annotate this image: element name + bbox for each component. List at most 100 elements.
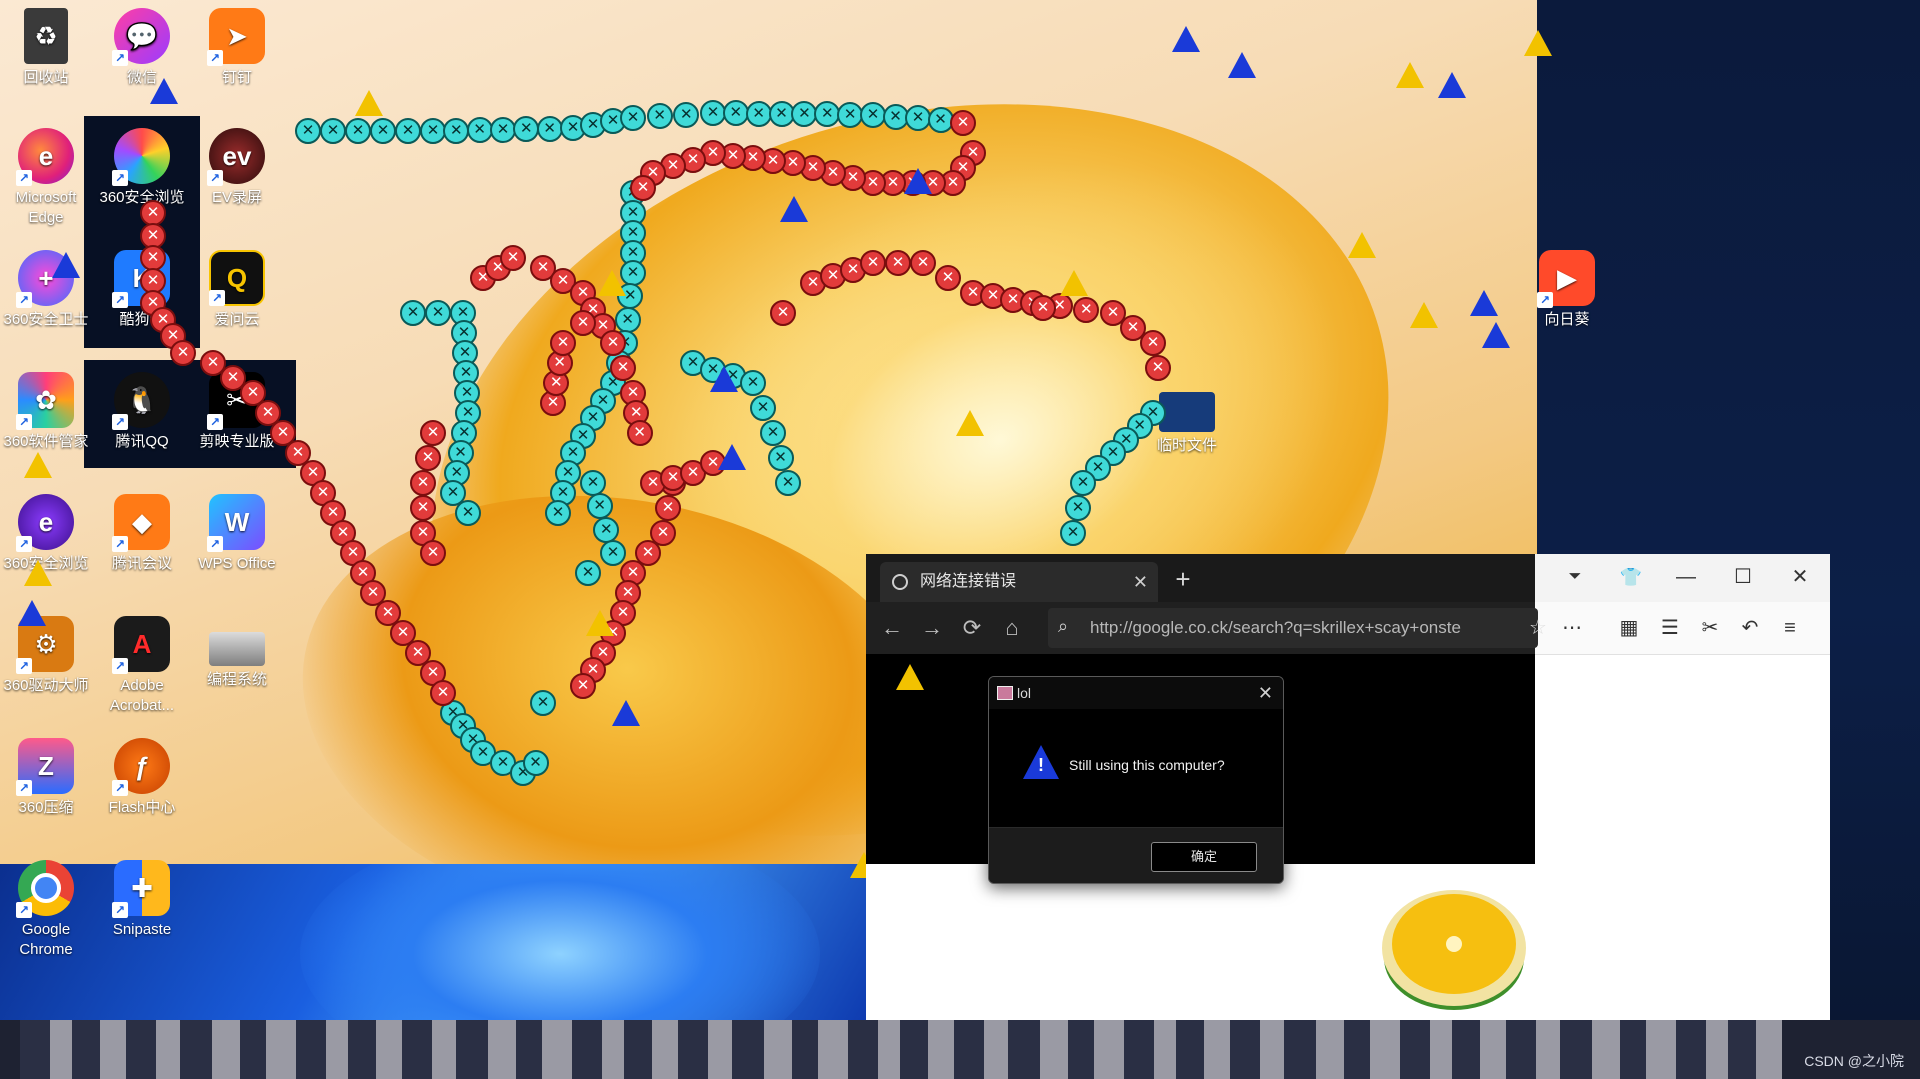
taskbar-app-icon[interactable] (126, 1020, 156, 1079)
desktop-icon-qq[interactable]: 🐧 ↗ 腾讯QQ (98, 372, 186, 452)
taskbar-app-icon[interactable] (1204, 1020, 1230, 1079)
taskbar-app-icon[interactable] (792, 1020, 818, 1079)
maximize-button[interactable]: ☐ (1723, 560, 1763, 594)
close-window-button[interactable]: ✕ (1780, 560, 1820, 594)
favorites-list-icon[interactable]: ☰ (1654, 612, 1686, 644)
minimize-button[interactable]: — (1666, 560, 1706, 594)
address-bar[interactable]: ⌕ http://google.co.ck/search?q=skrillex+… (1048, 608, 1538, 648)
undo-icon[interactable]: ↶ (1734, 612, 1766, 644)
taskbar-app-icon[interactable] (1230, 1020, 1260, 1079)
taskbar-app-icon[interactable] (1536, 1020, 1560, 1079)
favorite-star-icon[interactable]: ☆ (1522, 612, 1554, 644)
taskbar-app-icon[interactable] (624, 1020, 652, 1079)
taskbar-app-icon[interactable] (1094, 1020, 1124, 1079)
taskbar-app-icon[interactable] (1620, 1020, 1646, 1079)
taskbar-app-icon[interactable] (1316, 1020, 1344, 1079)
scissors-icon[interactable]: ✂ (1694, 612, 1726, 644)
taskbar-app-icon[interactable] (50, 1020, 72, 1079)
taskbar-app-icon[interactable] (20, 1020, 50, 1079)
taskbar-app-icon[interactable] (266, 1020, 296, 1079)
taskbar-app-icon[interactable] (818, 1020, 848, 1079)
taskbar-app-icon[interactable] (1480, 1020, 1506, 1079)
taskbar-app-icon[interactable] (848, 1020, 878, 1079)
desktop-icon-aiwenyun[interactable]: Q ↗ 爱问云 (193, 250, 281, 330)
taskbar-app-icon[interactable] (1400, 1020, 1430, 1079)
taskbar-app-icon[interactable] (1260, 1020, 1284, 1079)
taskbar-app-icon[interactable] (1430, 1020, 1452, 1079)
menu-icon[interactable]: ≡ (1774, 612, 1806, 644)
taskbar-app-icon[interactable] (296, 1020, 326, 1079)
taskbar-app-icon[interactable] (1344, 1020, 1370, 1079)
desktop-icon-tencent-meeting[interactable]: ◆ ↗ 腾讯会议 (98, 494, 186, 574)
taskbar-app-icon[interactable] (1506, 1020, 1536, 1079)
taskbar-app-icon[interactable] (488, 1020, 516, 1079)
desktop-icon-wps[interactable]: W ↗ WPS Office (193, 494, 281, 574)
desktop-icon-recycle-bin[interactable]: ♻ 回收站 (2, 8, 90, 88)
taskbar-app-icon[interactable] (156, 1020, 180, 1079)
taskbar-app-icon[interactable] (1706, 1020, 1728, 1079)
taskbar-app-icon[interactable] (1676, 1020, 1706, 1079)
taskbar-app-icon[interactable] (1370, 1020, 1400, 1079)
desktop-icon-dingtalk[interactable]: ➤ ↗ 钉钉 (193, 8, 281, 88)
tab-close-button[interactable]: ✕ (1133, 562, 1148, 602)
ok-button[interactable]: 确定 (1151, 842, 1257, 872)
taskbar-app-icon[interactable] (212, 1020, 240, 1079)
taskbar-app-icon[interactable] (1592, 1020, 1620, 1079)
taskbar-app-icon[interactable] (1756, 1020, 1782, 1079)
taskbar-app-icon[interactable] (1284, 1020, 1316, 1079)
taskbar-app-icon[interactable] (572, 1020, 602, 1079)
taskbar-app-icon[interactable] (1154, 1020, 1176, 1079)
taskbar-app-icon[interactable] (376, 1020, 402, 1079)
taskbar-app-icon[interactable] (678, 1020, 708, 1079)
taskbar-app-icon[interactable] (326, 1020, 348, 1079)
taskbar-app-icon[interactable] (1452, 1020, 1480, 1079)
reload-icon[interactable]: ⟳ (956, 612, 988, 644)
taskbar-app-icon[interactable] (100, 1020, 126, 1079)
taskbar-app-icon[interactable] (900, 1020, 928, 1079)
desktop-icon-adobe-acrobat[interactable]: A ↗ Adobe Acrobat... (98, 616, 186, 716)
desktop-icon-flash-center[interactable]: ƒ ↗ Flash中心 (98, 738, 186, 818)
apps-grid-icon[interactable]: ▦ (1613, 612, 1645, 644)
taskbar-app-icon[interactable] (1040, 1020, 1068, 1079)
taskbar-app-icon[interactable] (1560, 1020, 1592, 1079)
taskbar-app-icon[interactable] (456, 1020, 488, 1079)
taskbar-app-icon[interactable] (1124, 1020, 1154, 1079)
desktop-icon-360-browser[interactable]: ↗ 360安全浏览 (98, 128, 186, 208)
taskbar-app-icon[interactable] (1008, 1020, 1040, 1079)
desktop-icon-360-software-manager[interactable]: ✿ ↗ 360软件管家 (2, 372, 90, 452)
desktop-icon-wechat[interactable]: 💬 ↗ 微信 (98, 8, 186, 88)
taskbar-app-icon[interactable] (240, 1020, 266, 1079)
taskbar-app-icon[interactable] (1646, 1020, 1676, 1079)
taskbar-app-icon[interactable] (432, 1020, 456, 1079)
downloads-icon[interactable]: ⏷ (1555, 560, 1595, 594)
taskbar-app-icon[interactable] (1176, 1020, 1204, 1079)
dialog-close-button[interactable]: ✕ (1258, 677, 1273, 709)
back-arrow-icon[interactable]: ← (876, 612, 908, 644)
taskbar-app-icon[interactable] (72, 1020, 100, 1079)
desktop-icon-ev-recorder[interactable]: ev ↗ EV录屏 (193, 128, 281, 208)
taskbar-app-icon[interactable] (402, 1020, 432, 1079)
desktop-icon-360-zip[interactable]: Z ↗ 360压缩 (2, 738, 90, 818)
taskbar-app-icon[interactable] (1068, 1020, 1094, 1079)
taskbar-app-icon[interactable] (984, 1020, 1008, 1079)
desktop-icon-snipaste[interactable]: ✚ ↗ Snipaste (98, 860, 186, 940)
taskbar-app-icon[interactable] (180, 1020, 212, 1079)
taskbar-app-icon[interactable] (954, 1020, 984, 1079)
home-icon[interactable]: ⌂ (996, 612, 1028, 644)
desktop-icon-edge[interactable]: e ↗ Microsoft Edge (2, 128, 90, 228)
desktop-icon-xiangrikui[interactable]: ▶ ↗ 向日葵 (1523, 250, 1611, 330)
browser-tab[interactable]: 网络连接错误 ✕ (880, 562, 1158, 602)
desktop-icon-programming-system[interactable]: 编程系统 (193, 616, 281, 690)
taskbar-app-icon[interactable] (516, 1020, 542, 1079)
taskbar-app-icon[interactable] (652, 1020, 678, 1079)
new-tab-button[interactable]: + (1166, 562, 1200, 596)
taskbar-app-icon[interactable] (708, 1020, 732, 1079)
taskbar-app-icon[interactable] (602, 1020, 624, 1079)
taskbar-app-icon[interactable] (1728, 1020, 1756, 1079)
taskbar-app-icon[interactable] (732, 1020, 764, 1079)
taskbar-app-icon[interactable] (878, 1020, 900, 1079)
shirt-theme-icon[interactable]: 👕 (1611, 560, 1651, 594)
taskbar-app-icon[interactable] (348, 1020, 376, 1079)
taskbar-app-icon[interactable] (542, 1020, 572, 1079)
desktop-icon-360-driver[interactable]: ⚙ ↗ 360驱动大师 (2, 616, 90, 696)
